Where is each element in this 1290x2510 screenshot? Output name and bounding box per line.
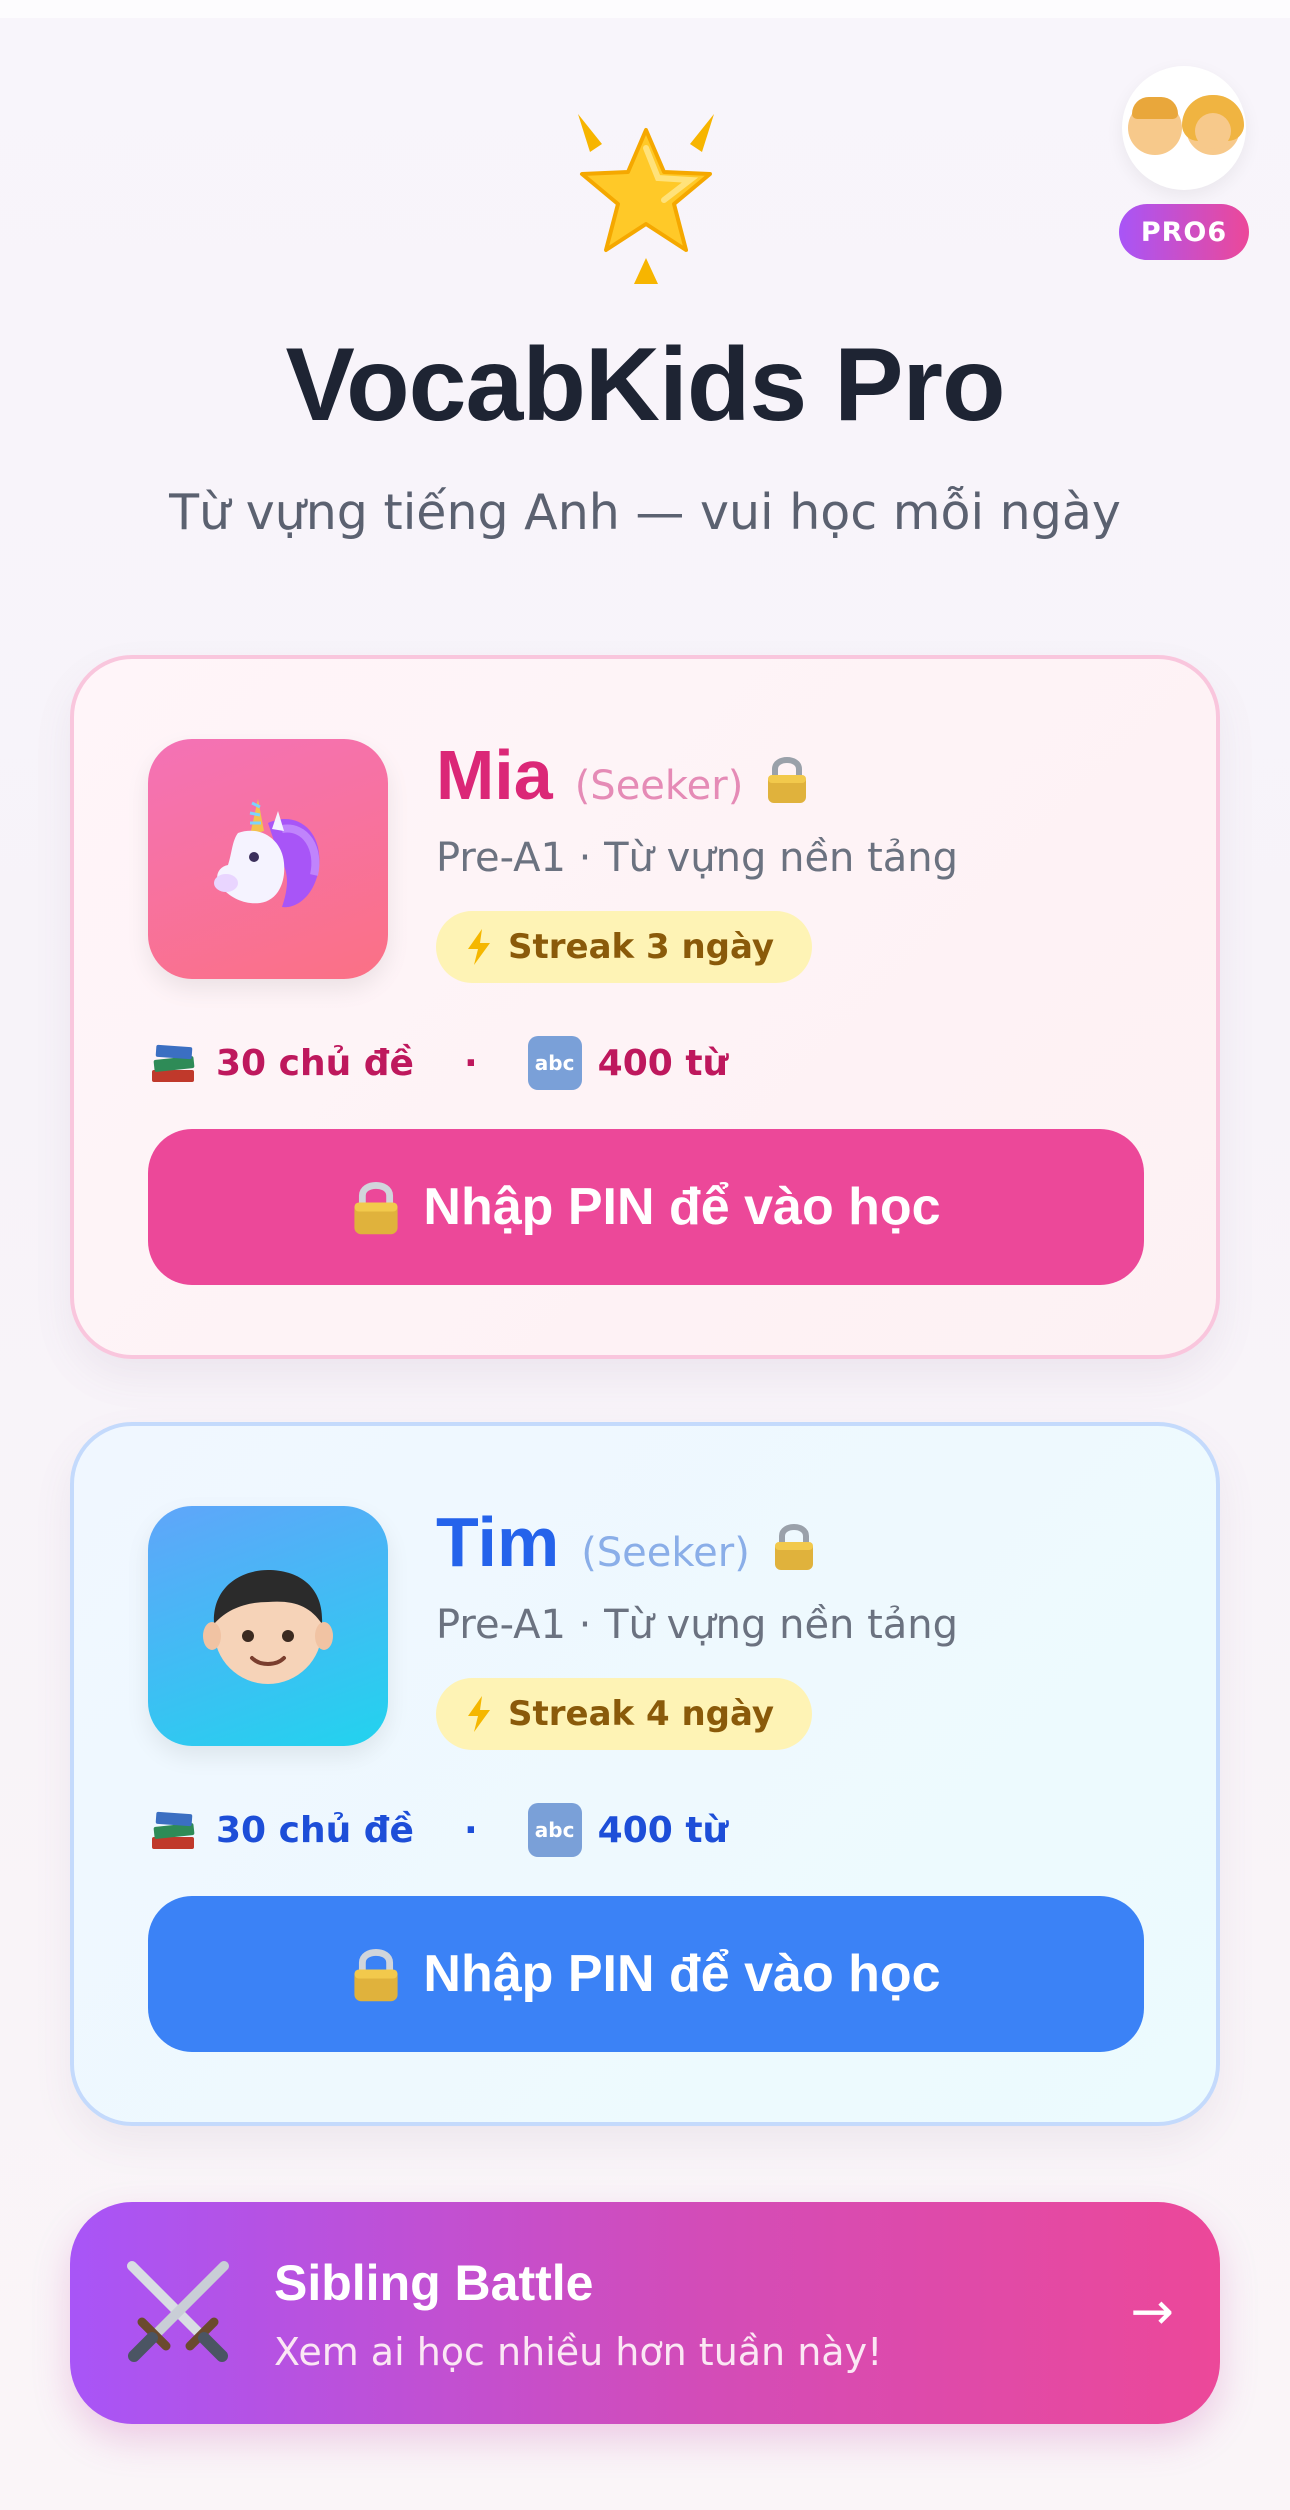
topics-count: 30 chủ đề xyxy=(216,1809,414,1851)
words-count: 400 từ xyxy=(597,1042,729,1084)
profile-stats: 30 chủ đề · abc 400 từ xyxy=(148,1035,728,1091)
father-face xyxy=(1128,97,1182,155)
arrow-right-icon: → xyxy=(1130,2282,1174,2342)
lightning-icon xyxy=(468,1696,490,1732)
streak-text: Streak 3 ngày xyxy=(508,927,775,967)
enter-pin-label: Nhập PIN để vào học xyxy=(423,1178,941,1236)
profile-card-tim[interactable]: Tim (Seeker) Pre-A1 · Từ vựng nền tảng S… xyxy=(70,1422,1220,2126)
lock-icon xyxy=(354,1949,398,2002)
glowing-star-icon xyxy=(578,114,714,284)
topics-count: 30 chủ đề xyxy=(216,1042,414,1084)
streak-badge: Streak 4 ngày xyxy=(436,1678,813,1750)
enter-pin-button[interactable]: Nhập PIN để vào học xyxy=(148,1129,1144,1285)
parents-icon[interactable] xyxy=(1122,66,1246,190)
lightning-icon xyxy=(468,929,490,965)
books-icon xyxy=(152,1811,195,1849)
battle-title: Sibling Battle xyxy=(274,2255,594,2311)
profile-name: Mia xyxy=(436,736,553,814)
app-subtitle: Từ vựng tiếng Anh — vui học mỗi ngày xyxy=(169,484,1121,541)
unicorn-icon xyxy=(214,799,320,908)
sibling-battle-button[interactable]: Sibling Battle Xem ai học nhiều hơn tuần… xyxy=(70,2202,1220,2424)
app-title: VocabKids Pro xyxy=(285,327,1005,443)
enter-pin-label: Nhập PIN để vào học xyxy=(423,1945,941,2003)
profile-avatar xyxy=(148,1506,388,1746)
profile-name-row: Mia (Seeker) xyxy=(436,735,809,815)
parent-profile[interactable]: PRO6 xyxy=(1116,66,1252,260)
boy-icon xyxy=(203,1570,333,1684)
stats-separator: · xyxy=(463,1042,478,1084)
abc-icon: abc xyxy=(527,1036,582,1090)
lock-icon xyxy=(354,1182,398,1235)
battle-subtitle: Xem ai học nhiều hơn tuần này! xyxy=(274,2330,883,2374)
mother-face xyxy=(1182,95,1244,155)
profile-level: Pre-A1 · Từ vựng nền tảng xyxy=(436,835,959,881)
profile-role: (Seeker) xyxy=(574,763,744,809)
profile-avatar xyxy=(148,739,388,979)
status-bar-area xyxy=(0,0,1290,18)
enter-pin-button[interactable]: Nhập PIN để vào học xyxy=(148,1896,1144,2052)
stats-separator: · xyxy=(463,1809,478,1851)
pro-badge: PRO6 xyxy=(1119,204,1249,260)
profile-name-row: Tim (Seeker) xyxy=(436,1502,816,1582)
profile-card-mia[interactable]: Mia (Seeker) Pre-A1 · Từ vựng nền tảng S… xyxy=(70,655,1220,1359)
abc-icon: abc xyxy=(527,1803,582,1857)
profile-role: (Seeker) xyxy=(581,1530,750,1576)
books-icon xyxy=(152,1044,195,1082)
profile-level: Pre-A1 · Từ vựng nền tảng xyxy=(436,1602,959,1648)
profile-name: Tim xyxy=(436,1503,560,1581)
words-count: 400 từ xyxy=(597,1809,729,1851)
lock-icon xyxy=(774,1524,813,1570)
streak-text: Streak 4 ngày xyxy=(508,1694,775,1734)
crossed-swords-icon xyxy=(127,2261,229,2362)
streak-badge: Streak 3 ngày xyxy=(436,911,813,983)
profile-stats: 30 chủ đề · abc 400 từ xyxy=(148,1802,728,1858)
lock-icon xyxy=(768,757,807,803)
